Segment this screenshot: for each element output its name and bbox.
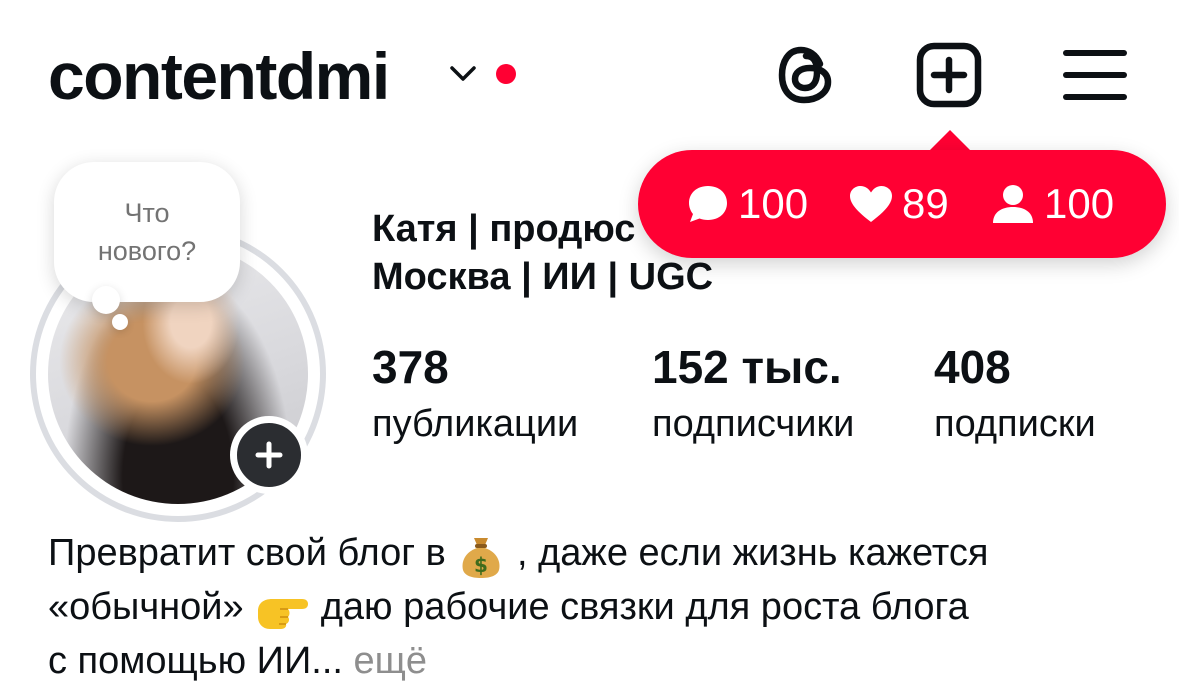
note-bubble-tail-small (112, 314, 128, 330)
followers-count: 152 тыс. (652, 341, 842, 393)
followers-label: подписчики (652, 403, 855, 445)
follows-count: 100 (990, 178, 1114, 230)
following-stat[interactable]: 408 подписки (934, 340, 1096, 448)
bio-line-2: «обычной» даю рабочие связки для роста б… (48, 580, 1148, 634)
likes-count: 89 (848, 178, 949, 230)
add-story-button[interactable] (230, 416, 308, 494)
bio-more-link[interactable]: ещё (354, 640, 428, 682)
posts-stat[interactable]: 378 публикации (372, 340, 578, 448)
bio-text-2a: «обычной» (48, 586, 244, 628)
profile-bio: Превратит свой блог в $ , даже если жизн… (48, 526, 1148, 688)
following-count: 408 (934, 341, 1011, 393)
create-post-icon (916, 42, 982, 108)
note-line-1: Что (124, 198, 170, 228)
bio-line-3: с помощью ИИ... ещё (48, 634, 1148, 688)
money-bag-icon: $ (462, 537, 500, 578)
create-post-button[interactable] (914, 40, 984, 110)
threads-icon (778, 46, 832, 104)
display-name: Катя | продюс (372, 208, 636, 250)
menu-button[interactable] (1060, 40, 1130, 110)
likes-count-value: 89 (902, 180, 949, 227)
svg-text:$: $ (474, 553, 488, 577)
bio-text-1a: Превратит свой блог в (48, 532, 446, 574)
activity-notification[interactable]: 100 89 100 (638, 150, 1166, 258)
note-bubble-tail (92, 286, 120, 314)
note-bubble[interactable]: Что нового? (54, 162, 240, 302)
bio-text-3: с помощью ИИ... (48, 640, 343, 682)
pointing-right-icon (258, 598, 309, 629)
profile-username[interactable]: contentdmi (48, 36, 390, 116)
follows-count-value: 100 (1044, 180, 1115, 227)
menu-icon (1063, 50, 1127, 100)
posts-label: публикации (372, 403, 579, 445)
unread-dot (496, 64, 516, 84)
comment-icon (689, 186, 727, 222)
threads-button[interactable] (772, 40, 842, 110)
followers-stat[interactable]: 152 тыс. подписчики (652, 340, 854, 448)
plus-icon (255, 441, 283, 469)
profile-category: Москва | ИИ | UGC (372, 256, 714, 298)
bio-text-1b: , даже если жизнь кажется (517, 532, 989, 574)
posts-count: 378 (372, 341, 449, 393)
note-line-2: нового? (97, 236, 197, 266)
heart-icon (850, 186, 892, 222)
following-label: подписки (934, 403, 1096, 445)
person-icon (993, 185, 1033, 223)
chevron-down-icon[interactable] (448, 62, 478, 86)
bio-line-1: Превратит свой блог в $ , даже если жизн… (48, 526, 1148, 580)
bio-text-2b: даю рабочие связки для роста блога (320, 586, 969, 628)
comments-count: 100 (686, 178, 808, 230)
comments-count-value: 100 (738, 180, 809, 227)
